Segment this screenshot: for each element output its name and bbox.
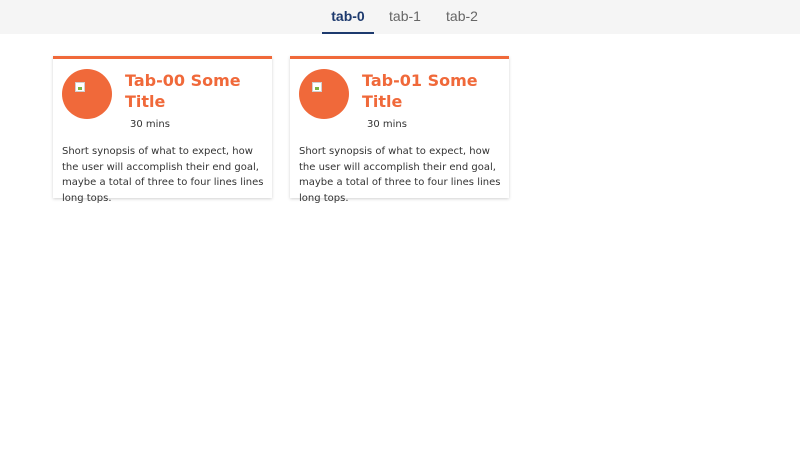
tab-bar: tab-0 tab-1 tab-2 (0, 0, 800, 34)
course-card-1[interactable]: Tab-01 Some Title 30 mins Short synopsis… (290, 56, 509, 204)
card-thumbnail (62, 69, 112, 119)
card-title: Tab-01 Some Title (362, 71, 478, 111)
tab-2[interactable]: tab-2 (440, 0, 484, 34)
card-duration: 30 mins (130, 119, 170, 130)
card-duration: 30 mins (367, 119, 407, 130)
card-synopsis: Short synopsis of what to expect, how th… (62, 146, 264, 204)
broken-image-icon (312, 82, 322, 92)
card-thumbnail (299, 69, 349, 119)
tab-0[interactable]: tab-0 (322, 0, 374, 34)
broken-image-icon (75, 82, 85, 92)
card-synopsis: Short synopsis of what to expect, how th… (299, 146, 501, 204)
tab-1[interactable]: tab-1 (382, 0, 428, 34)
card-title: Tab-00 Some Title (125, 71, 241, 111)
course-card-0[interactable]: Tab-00 Some Title 30 mins Short synopsis… (53, 56, 272, 204)
